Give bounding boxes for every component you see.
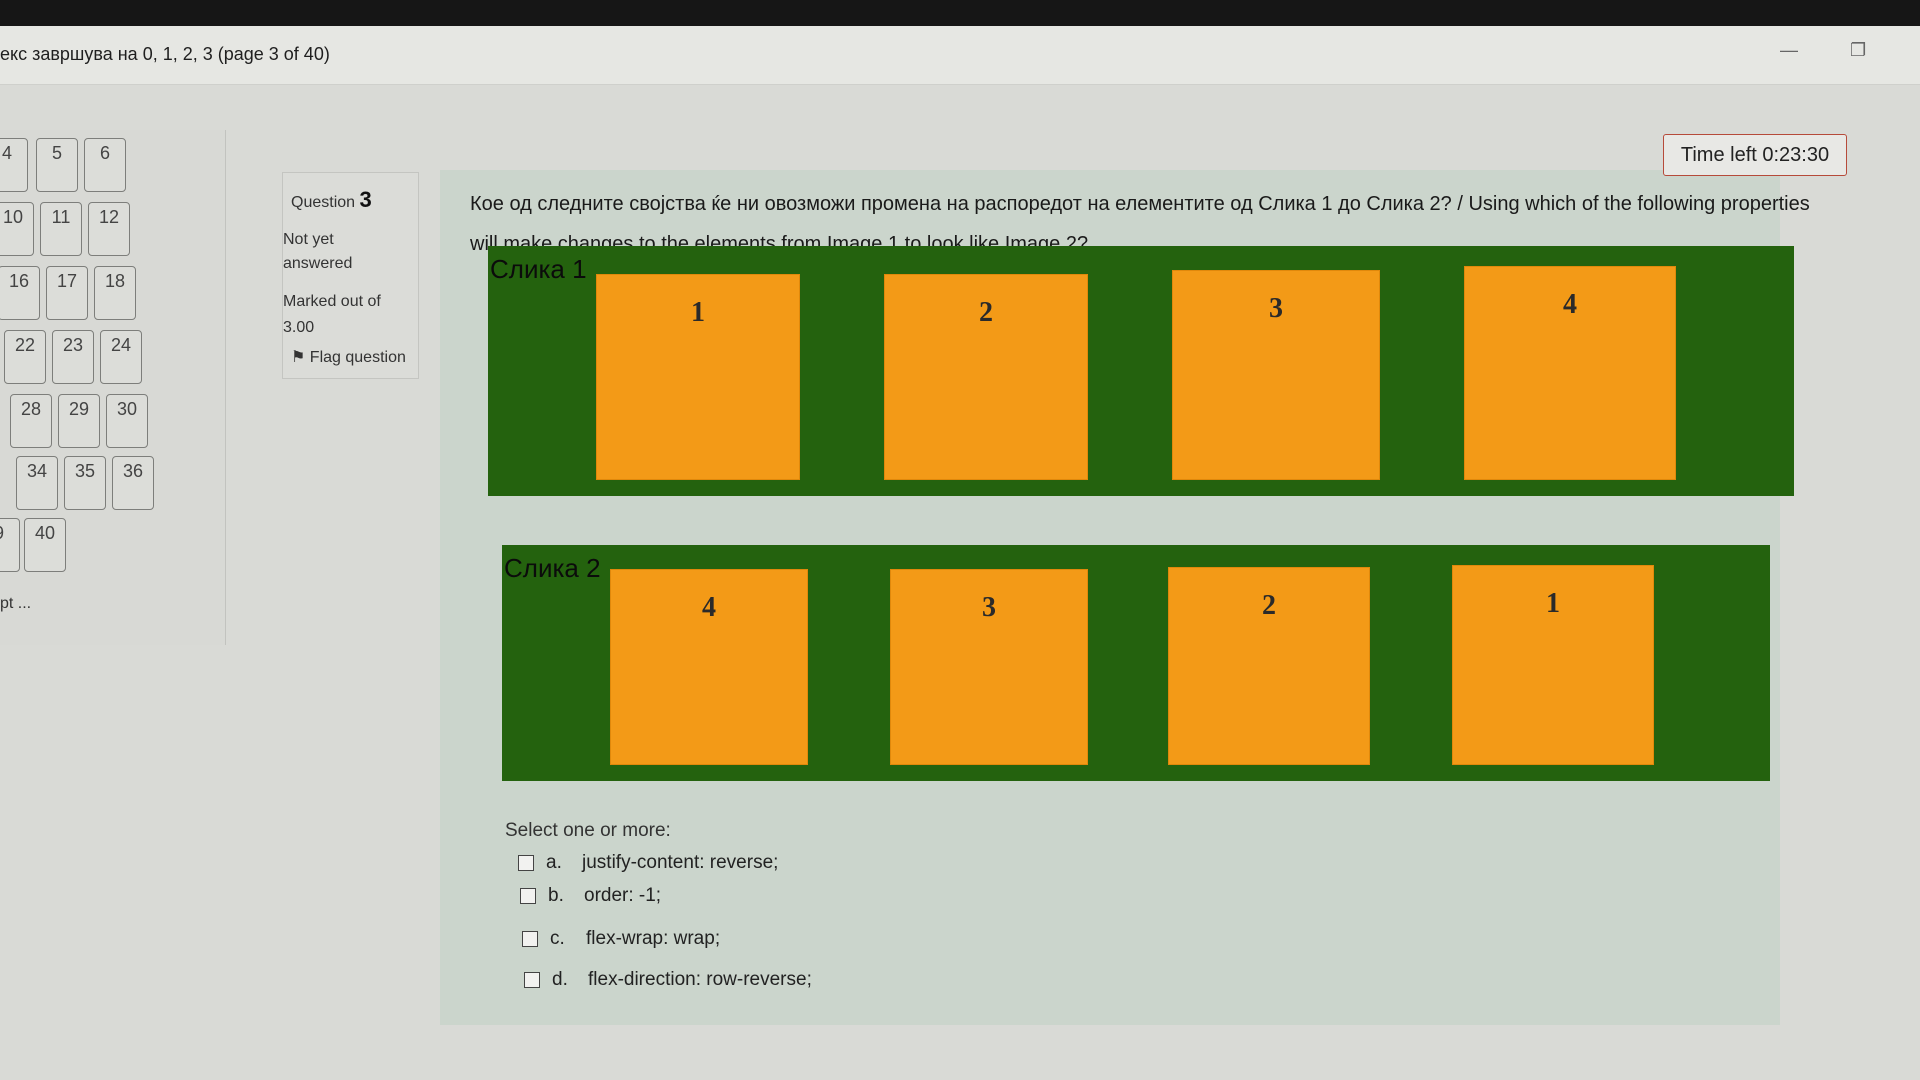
answer-option-c[interactable]: c. flex-wrap: wrap; (522, 928, 720, 950)
nav-question-number: 36 (122, 461, 144, 481)
window-title: екс завршува на 0, 1, 2, 3 (page 3 of 40… (0, 44, 330, 64)
nav-question-button[interactable]: 10 (0, 202, 34, 256)
flex-item-box: 3 (1172, 270, 1380, 480)
nav-question-button[interactable]: 9 (0, 518, 20, 572)
answer-option-d[interactable]: d. flex-direction: row-reverse; (524, 969, 812, 991)
minimize-icon[interactable]: — (1780, 40, 1798, 61)
checkbox-a[interactable] (518, 855, 534, 871)
nav-question-number: 30 (116, 399, 138, 419)
question-info-box: Question 3 Not yet answered Marked out o… (282, 172, 419, 379)
nav-question-number: 29 (68, 399, 90, 419)
screen-top-bezel (0, 0, 1920, 26)
checkbox-b[interactable] (520, 888, 536, 904)
quiz-navigation-panel: 4 5 6 10 11 12 16 17 18 22 23 24 28 29 3… (0, 130, 226, 645)
window-titlebar: екс завршува на 0, 1, 2, 3 (page 3 of 40… (0, 26, 1920, 85)
flex-item-box: 1 (1452, 565, 1654, 765)
nav-question-button[interactable]: 40 (24, 518, 66, 572)
answer-option-b[interactable]: b. order: -1; (520, 885, 661, 907)
flag-question-label: Flag question (309, 349, 406, 366)
nav-question-button[interactable]: 16 (0, 266, 40, 320)
nav-question-number: 40 (34, 523, 56, 543)
nav-question-button[interactable]: 35 (64, 456, 106, 510)
nav-question-number: 5 (51, 143, 62, 163)
nav-question-number: 6 (99, 143, 110, 163)
checkbox-c[interactable] (522, 931, 538, 947)
nav-question-number: 11 (51, 207, 71, 227)
option-text: flex-direction: row-reverse; (588, 969, 812, 990)
figure-image-1: Слика 1 1 2 3 4 (488, 246, 1794, 496)
option-letter: a. (546, 852, 562, 873)
nav-question-number: 9 (0, 523, 19, 544)
nav-question-number: 23 (62, 335, 84, 355)
box-number: 1 (1546, 588, 1560, 619)
nav-question-number: 4 (1, 143, 12, 163)
nav-question-button[interactable]: 18 (94, 266, 136, 320)
figure-label: Слика 1 (490, 254, 587, 284)
nav-question-number: 34 (26, 461, 48, 481)
box-number: 4 (1563, 289, 1577, 320)
nav-question-button[interactable]: 29 (58, 394, 100, 448)
nav-question-button[interactable]: 28 (10, 394, 52, 448)
flex-item-box: 2 (1168, 567, 1370, 765)
nav-question-number: 10 (2, 207, 24, 227)
time-left-display: Time left 0:23:30 (1663, 134, 1847, 176)
box-number: 4 (702, 592, 716, 623)
option-letter: c. (550, 928, 565, 949)
answer-prompt: Select one or more: (505, 820, 671, 841)
option-text: order: -1; (584, 885, 662, 906)
nav-question-number: 18 (104, 271, 126, 291)
nav-question-number: 28 (20, 399, 42, 419)
finish-attempt-link[interactable]: pt ... (0, 595, 31, 613)
nav-question-button[interactable]: 34 (16, 456, 58, 510)
flex-item-box: 3 (890, 569, 1088, 765)
nav-question-button[interactable]: 30 (106, 394, 148, 448)
nav-question-number: 17 (56, 271, 78, 291)
nav-question-button[interactable]: 23 (52, 330, 94, 384)
nav-question-number: 22 (14, 335, 36, 355)
box-number: 2 (979, 297, 993, 328)
box-number: 2 (1262, 590, 1276, 621)
nav-question-number: 35 (74, 461, 96, 481)
nav-question-number: 12 (98, 207, 120, 227)
figure-image-2: Слика 2 4 3 2 1 (502, 545, 1770, 781)
question-marks: Marked out of 3.00 (283, 293, 381, 336)
question-number-label: Question 3 (291, 187, 372, 213)
nav-question-button[interactable]: 11 (40, 202, 82, 256)
nav-question-button[interactable]: 12 (88, 202, 130, 256)
flex-item-box: 4 (1464, 266, 1676, 480)
nav-question-button[interactable]: 4 (0, 138, 28, 192)
nav-question-button[interactable]: 6 (84, 138, 126, 192)
box-number: 1 (691, 297, 705, 328)
option-text: justify-content: reverse; (582, 852, 779, 873)
nav-question-button[interactable]: 17 (46, 266, 88, 320)
nav-question-button[interactable]: 36 (112, 456, 154, 510)
option-text: flex-wrap: wrap; (586, 928, 721, 949)
option-letter: b. (548, 885, 564, 906)
nav-question-button[interactable]: 5 (36, 138, 78, 192)
question-status: Not yet answered (283, 231, 353, 272)
checkbox-d[interactable] (524, 972, 540, 988)
question-number: 3 (359, 187, 372, 212)
box-number: 3 (1269, 293, 1283, 324)
nav-question-button[interactable]: 24 (100, 330, 142, 384)
flex-item-box: 4 (610, 569, 808, 765)
option-letter: d. (552, 969, 568, 990)
flag-icon: ⚑ (291, 349, 306, 366)
box-number: 3 (982, 592, 996, 623)
flag-question-button[interactable]: ⚑ Flag question (291, 347, 406, 367)
flex-item-box: 2 (884, 274, 1088, 480)
nav-question-number: 24 (110, 335, 132, 355)
nav-question-number: 16 (8, 271, 30, 291)
answer-option-a[interactable]: a. justify-content: reverse; (518, 852, 778, 874)
question-label: Question (291, 194, 356, 211)
restore-window-icon[interactable]: ❐ (1850, 40, 1866, 61)
nav-question-button[interactable]: 22 (4, 330, 46, 384)
figure-label: Слика 2 (504, 553, 601, 583)
flex-item-box: 1 (596, 274, 800, 480)
